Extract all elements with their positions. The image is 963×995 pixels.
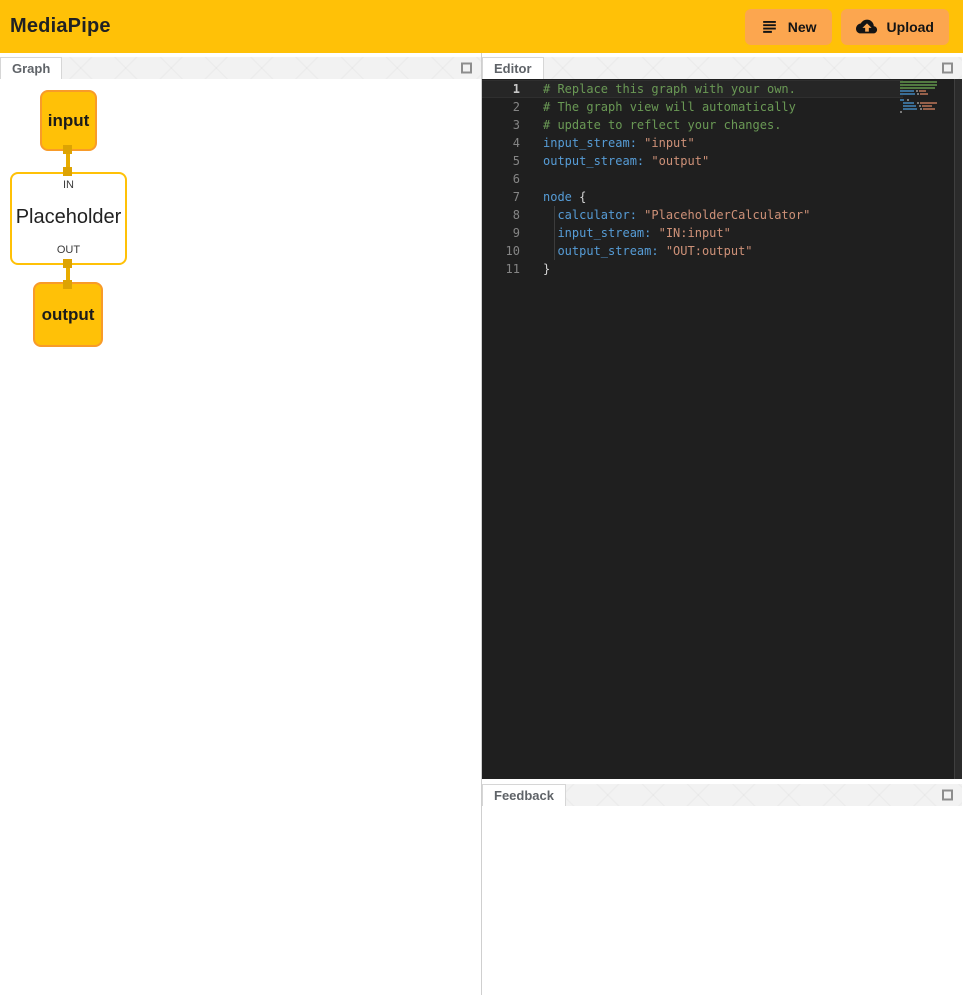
code-line-10[interactable]: 10 output_stream: "OUT:output" [482, 242, 903, 260]
node-output-label: output [42, 305, 95, 325]
line-number: 2 [482, 98, 520, 116]
app-title: MediaPipe [10, 15, 111, 38]
code-line-7[interactable]: 7node { [482, 188, 903, 206]
line-number: 7 [482, 188, 520, 206]
graph-panel: Graph input IN Placeholder OUT output [0, 53, 482, 995]
feedback-content [482, 806, 962, 995]
right-panel: Editor 1# Replace this graph with your o… [482, 53, 962, 995]
placeholder-in-label: IN [63, 179, 74, 191]
indent-guide [554, 224, 555, 242]
port-output-in[interactable] [63, 280, 72, 289]
indent-guide [554, 206, 555, 224]
code-line-11[interactable]: 11} [482, 260, 903, 278]
graph-node-placeholder[interactable]: IN Placeholder OUT [10, 172, 127, 265]
indent-guide [554, 242, 555, 260]
editor-code-lines[interactable]: 1# Replace this graph with your own.2# T… [482, 80, 903, 278]
tab-editor-label: Editor [494, 61, 532, 76]
line-number: 9 [482, 224, 520, 242]
port-placeholder-out[interactable] [63, 259, 72, 268]
graph-tabbar: Graph [0, 57, 481, 79]
code-editor[interactable]: 1# Replace this graph with your own.2# T… [482, 79, 962, 779]
header-actions: New Upload [745, 9, 949, 45]
code-line-2[interactable]: 2# The graph view will automatically [482, 98, 903, 116]
feedback-maximize-icon[interactable] [942, 790, 953, 801]
line-number: 8 [482, 206, 520, 224]
code-line-5[interactable]: 5output_stream: "output" [482, 152, 903, 170]
editor-maximize-icon[interactable] [942, 63, 953, 74]
placeholder-name-label: Placeholder [16, 206, 122, 229]
line-number: 3 [482, 116, 520, 134]
placeholder-out-label: OUT [57, 244, 80, 256]
graph-canvas[interactable]: input IN Placeholder OUT output [0, 79, 481, 995]
subject-lines-icon [760, 17, 779, 36]
line-number: 10 [482, 242, 520, 260]
code-line-3[interactable]: 3# update to reflect your changes. [482, 116, 903, 134]
tab-graph-label: Graph [12, 61, 50, 76]
code-line-8[interactable]: 8 calculator: "PlaceholderCalculator" [482, 206, 903, 224]
feedback-tabbar: Feedback [482, 784, 962, 806]
editor-tabbar: Editor [482, 57, 962, 79]
new-button-label: New [788, 19, 817, 35]
code-line-4[interactable]: 4input_stream: "input" [482, 134, 903, 152]
tab-feedback[interactable]: Feedback [482, 784, 566, 806]
upload-button[interactable]: Upload [841, 9, 949, 45]
main-area: Graph input IN Placeholder OUT output [0, 53, 963, 995]
line-number: 1 [482, 80, 520, 98]
line-number: 4 [482, 134, 520, 152]
graph-maximize-icon[interactable] [461, 63, 472, 74]
code-line-1[interactable]: 1# Replace this graph with your own. [482, 80, 903, 98]
tab-editor[interactable]: Editor [482, 57, 544, 79]
port-placeholder-in[interactable] [63, 167, 72, 176]
port-input-out[interactable] [63, 145, 72, 154]
line-number: 11 [482, 260, 520, 278]
code-line-6[interactable]: 6 [482, 170, 903, 188]
tab-graph[interactable]: Graph [0, 57, 62, 79]
cloud-upload-icon [856, 16, 878, 38]
editor-scrollbar[interactable] [954, 79, 962, 779]
editor-minimap[interactable] [900, 81, 937, 114]
code-line-9[interactable]: 9 input_stream: "IN:input" [482, 224, 903, 242]
upload-button-label: Upload [887, 19, 934, 35]
graph-node-output[interactable]: output [33, 282, 103, 347]
node-input-label: input [48, 111, 90, 131]
graph-node-input[interactable]: input [40, 90, 97, 151]
app-header: MediaPipe New Upload [0, 0, 963, 53]
line-number: 5 [482, 152, 520, 170]
line-number: 6 [482, 170, 520, 188]
tab-feedback-label: Feedback [494, 788, 554, 803]
new-button[interactable]: New [745, 9, 832, 45]
